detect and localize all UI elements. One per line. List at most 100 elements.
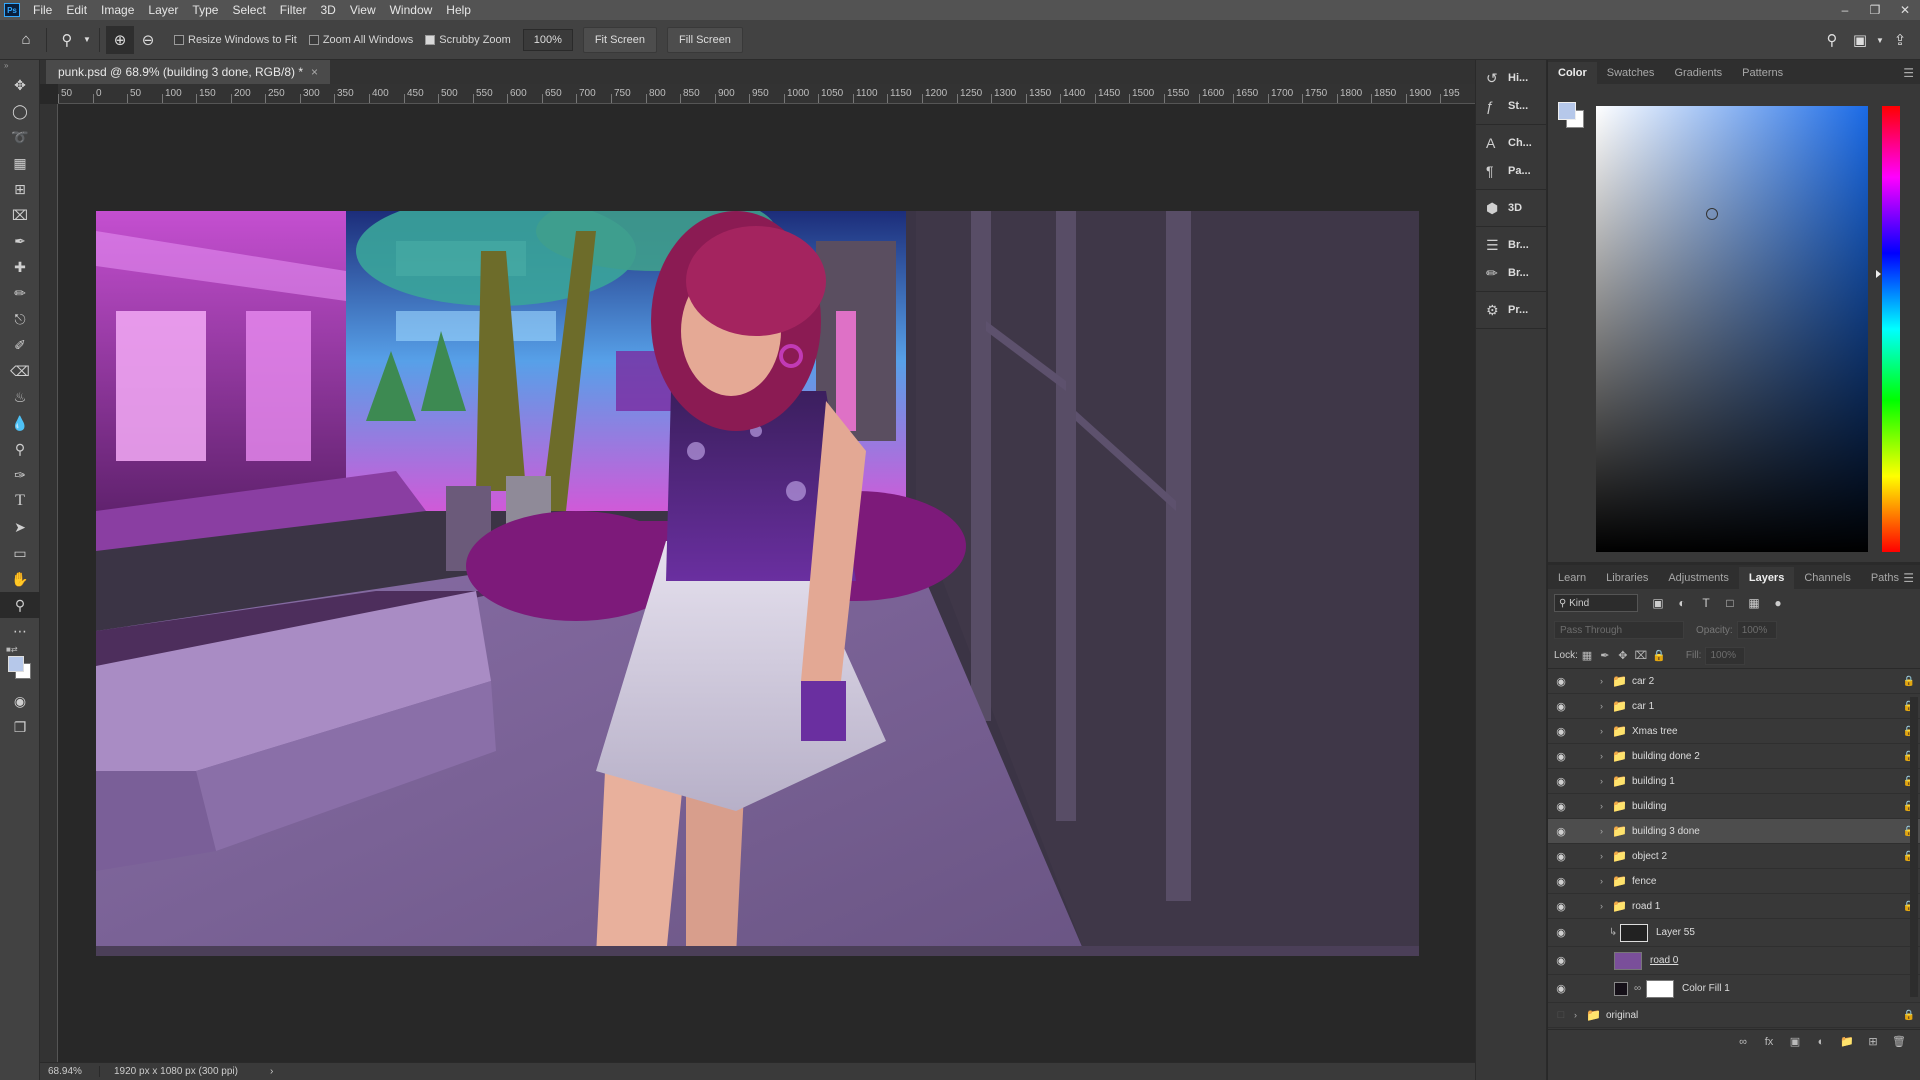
checkbox-box[interactable] <box>174 34 184 45</box>
zoom-percent-field[interactable]: 100% <box>522 28 573 51</box>
layer-row-color-fill-1[interactable]: ◉ ∞ Color Fill 1 <box>1548 975 1920 1003</box>
tab-paths[interactable]: Paths <box>1861 567 1909 589</box>
layer-row-original[interactable]: □ › 📁 original 🔒 <box>1548 1003 1920 1028</box>
chevron-right-icon[interactable]: › <box>1600 876 1612 886</box>
lock-all-icon[interactable]: 🔒 <box>1650 649 1668 662</box>
photoshop-logo-icon[interactable]: Ps <box>4 3 20 17</box>
eye-hidden-icon[interactable]: □ <box>1548 1009 1574 1021</box>
pen-tool-icon[interactable]: ✑ <box>0 462 40 488</box>
tab-patterns[interactable]: Patterns <box>1732 62 1793 84</box>
dock-character[interactable]: A Ch... <box>1476 129 1546 157</box>
menu-3d[interactable]: 3D <box>313 0 342 20</box>
link-icon[interactable]: ∞ <box>1634 983 1646 994</box>
layer-mask-thumbnail[interactable] <box>1646 979 1674 998</box>
menu-edit[interactable]: Edit <box>59 0 94 20</box>
close-icon[interactable]: ✕ <box>1890 0 1920 20</box>
eye-icon[interactable]: ◉ <box>1548 825 1574 838</box>
dodge-tool-icon[interactable]: ⚲ <box>0 436 40 462</box>
eye-icon[interactable]: ◉ <box>1548 775 1574 788</box>
eyedropper-tool-icon[interactable]: ✒ <box>0 228 40 254</box>
saturation-brightness-field[interactable] <box>1596 106 1868 552</box>
eraser-tool-icon[interactable]: ⌫ <box>0 358 40 384</box>
layer-name[interactable]: car 1 <box>1632 701 1898 712</box>
collapse-toolbar-icon[interactable]: » <box>0 60 39 72</box>
link-layers-icon[interactable]: ∞ <box>1730 1036 1756 1048</box>
chevron-right-icon[interactable]: › <box>1600 726 1612 736</box>
menu-type[interactable]: Type <box>185 0 225 20</box>
layer-name[interactable]: fence <box>1632 876 1898 887</box>
healing-brush-tool-icon[interactable]: ✚ <box>0 254 40 280</box>
eye-icon[interactable]: ◉ <box>1548 675 1574 688</box>
dock-styles[interactable]: ƒ St... <box>1476 92 1546 120</box>
minimize-icon[interactable]: – <box>1830 0 1860 20</box>
layer-row-building-done-2[interactable]: ◉ › 📁 building done 2 🔒 <box>1548 744 1920 769</box>
eye-icon[interactable]: ◉ <box>1548 926 1574 939</box>
layer-row-fence[interactable]: ◉ › 📁 fence <box>1548 869 1920 894</box>
tab-channels[interactable]: Channels <box>1794 567 1860 589</box>
type-filter-icon[interactable]: T <box>1694 596 1718 610</box>
blend-mode-select[interactable]: Pass Through <box>1554 621 1684 639</box>
workspace-icon[interactable]: ▣ <box>1846 26 1874 54</box>
lock-transparency-icon[interactable]: ▦ <box>1578 649 1596 662</box>
eye-icon[interactable]: ◉ <box>1548 700 1574 713</box>
dock-properties[interactable]: ⚙ Pr... <box>1476 296 1546 324</box>
fx-icon[interactable]: fx <box>1756 1036 1782 1048</box>
fill-field[interactable]: 100% <box>1705 646 1746 665</box>
checkbox-box[interactable] <box>308 34 319 45</box>
search-icon[interactable]: ⚲ <box>1818 26 1846 54</box>
layer-name[interactable]: building <box>1632 801 1898 812</box>
layer-name[interactable]: road 1 <box>1632 901 1898 912</box>
layer-name[interactable]: object 2 <box>1632 851 1898 862</box>
dock-brushes[interactable]: ✏ Br... <box>1476 259 1546 287</box>
menu-layer[interactable]: Layer <box>141 0 185 20</box>
adjustment-filter-icon[interactable]: ◐ <box>1670 596 1694 610</box>
tab-gradients[interactable]: Gradients <box>1664 62 1732 84</box>
status-zoom[interactable]: 68.94% <box>40 1066 100 1077</box>
new-layer-icon[interactable]: ⊞ <box>1860 1035 1886 1048</box>
object-selection-tool-icon[interactable]: ▦ <box>0 150 40 176</box>
menu-help[interactable]: Help <box>439 0 478 20</box>
dock-paragraph[interactable]: ¶ Pa... <box>1476 157 1546 185</box>
tab-color[interactable]: Color <box>1548 62 1597 84</box>
move-tool-icon[interactable]: ✥ <box>0 72 40 98</box>
eye-icon[interactable]: ◉ <box>1548 850 1574 863</box>
eye-icon[interactable]: ◉ <box>1548 982 1574 995</box>
type-tool-icon[interactable]: T <box>0 488 40 514</box>
chevron-right-icon[interactable]: › <box>1600 701 1612 711</box>
lasso-tool-icon[interactable]: ➰ <box>0 124 40 150</box>
screen-mode-icon[interactable]: ❐ <box>0 714 40 740</box>
layer-row-car-1[interactable]: ◉ › 📁 car 1 🔒 <box>1548 694 1920 719</box>
path-selection-tool-icon[interactable]: ➤ <box>0 514 40 540</box>
add-mask-icon[interactable]: ▣ <box>1782 1035 1808 1048</box>
menu-select[interactable]: Select <box>225 0 272 20</box>
dock-brush-settings[interactable]: ☰ Br... <box>1476 231 1546 259</box>
opacity-field[interactable]: 100% <box>1736 621 1777 639</box>
dock-3d[interactable]: ⬢ 3D <box>1476 194 1546 222</box>
brush-tool-icon[interactable]: ✏ <box>0 280 40 306</box>
menu-file[interactable]: File <box>26 0 59 20</box>
color-picker-cursor[interactable] <box>1706 208 1718 220</box>
share-icon[interactable]: ⇪ <box>1886 26 1914 54</box>
lock-pixels-icon[interactable]: ✒ <box>1596 649 1614 662</box>
edit-toolbar-icon[interactable]: ⋯ <box>0 618 40 644</box>
dock-history[interactable]: ↺ Hi... <box>1476 64 1546 92</box>
zoom-all-windows-checkbox[interactable]: Zoom All Windows <box>308 34 413 46</box>
paint-bucket-tool-icon[interactable]: ♨ <box>0 384 40 410</box>
zoom-out-icon[interactable]: ⊖ <box>134 26 162 54</box>
layer-row-building[interactable]: ◉ › 📁 building 🔒 <box>1548 794 1920 819</box>
eye-icon[interactable]: ◉ <box>1548 875 1574 888</box>
fit-screen-button[interactable]: Fit Screen <box>582 26 657 53</box>
filter-kind-select[interactable]: ⚲ Kind <box>1554 594 1638 612</box>
chevron-right-icon[interactable]: › <box>1600 801 1612 811</box>
trash-icon[interactable]: 🗑 <box>1886 1035 1912 1048</box>
layer-row-xmas-tree[interactable]: ◉ › 📁 Xmas tree 🔒 <box>1548 719 1920 744</box>
document-tab[interactable]: punk.psd @ 68.9% (building 3 done, RGB/8… <box>46 60 331 84</box>
eye-icon[interactable]: ◉ <box>1548 954 1574 967</box>
history-brush-tool-icon[interactable]: ✐ <box>0 332 40 358</box>
lock-artboard-icon[interactable]: ⌧ <box>1632 649 1650 662</box>
hue-slider-marker[interactable] <box>1876 270 1881 278</box>
quick-mask-icon[interactable]: ◉ <box>0 688 40 714</box>
tab-learn[interactable]: Learn <box>1548 567 1596 589</box>
marquee-tool-icon[interactable]: ◯ <box>0 98 40 124</box>
layer-row-layer-55[interactable]: ◉ ↳ Layer 55 <box>1548 919 1920 947</box>
